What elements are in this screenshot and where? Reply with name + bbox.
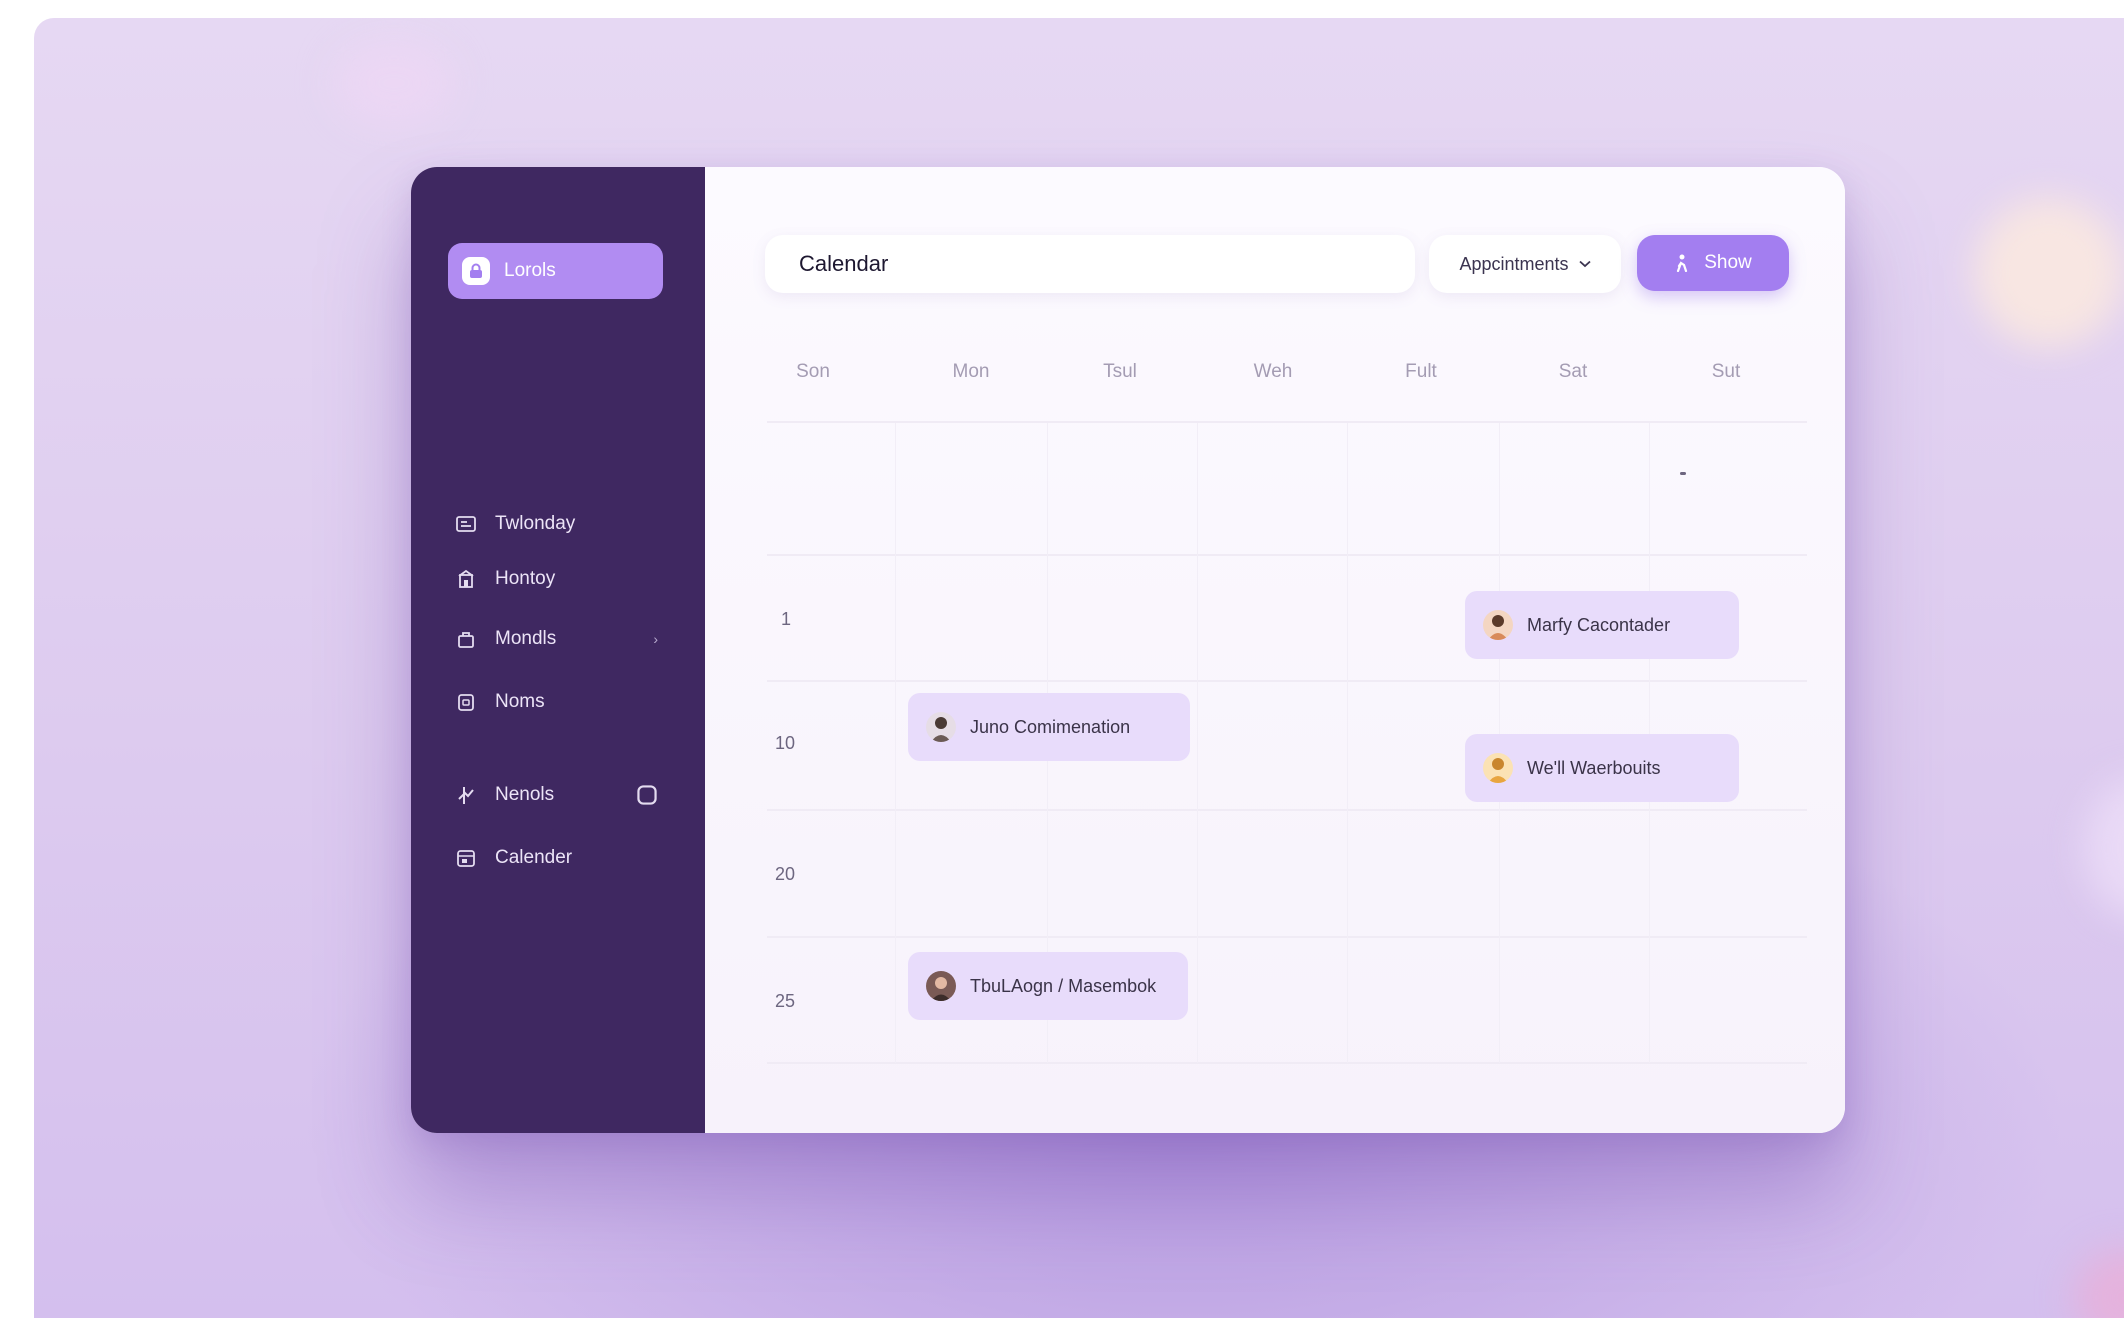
bokeh-light [1974,198,2124,348]
row-label: 20 [775,864,796,884]
clipboard-icon [458,694,474,711]
app-window: Lorols Twlonday Hontoy Mondls › Noms Nen… [411,167,1845,1133]
grid-line [1347,423,1348,1063]
sidebar-brand-label: Lorols [504,260,556,281]
bokeh-light [2074,1248,2124,1318]
show-button[interactable]: Show [1637,235,1789,291]
square-icon [636,784,658,806]
sidebar: Lorols Twlonday Hontoy Mondls › Noms Nen… [411,167,705,1133]
main-panel: Calendar Appcintments Show Son Mon Tsul … [705,167,1845,1133]
row-label: 10 [775,733,796,753]
chevron-down-icon [1578,260,1591,268]
sidebar-item-label: Mondls [495,628,557,649]
sidebar-item-label: Noms [495,691,545,712]
sidebar-item-label: Hontoy [495,568,556,589]
sidebar-item-mondls[interactable]: Mondls › [455,622,670,656]
bokeh-light [334,38,454,128]
search-input[interactable]: Calendar [765,235,1415,293]
sidebar-item-calender[interactable]: Calender [455,841,670,875]
sidebar-item-label: Calender [495,847,573,868]
bag-icon [458,632,474,648]
event-card[interactable]: TbuLAogn / Masembok [908,952,1188,1020]
event-card[interactable]: Marfy Cacontader [1465,591,1739,659]
event-title: Marfy Cacontader [1527,614,1671,635]
day-header: Sut [1711,361,1741,382]
building-icon [458,569,474,588]
event-card[interactable]: We'll Waerbouits [1465,734,1739,802]
row-label: 25 [775,991,796,1011]
search-input-value: Calendar [799,251,889,276]
event-title: TbuLAogn / Masembok [970,975,1157,996]
sidebar-item-nenols[interactable]: Nenols [455,778,670,812]
person-icon [926,712,956,742]
cell-marker [1680,472,1686,475]
grid-line [767,554,1807,556]
grid-line [767,680,1807,682]
day-header: Fult [1405,361,1437,382]
show-button-label: Show [1704,252,1752,273]
grid-line [767,936,1807,938]
person-icon [1483,753,1513,783]
person-icon [1483,610,1513,640]
sidebar-item-hontoy[interactable]: Hontoy [455,562,670,596]
bokeh-light [2084,778,2124,918]
grid-line [895,423,896,1063]
calendar-icon [457,850,475,867]
sidebar-item-label: Nenols [495,784,555,805]
sidebar-item-twlonday[interactable]: Twlonday [455,507,670,541]
chevron-right-icon: › [653,631,658,647]
event-title: Juno Comimenation [970,716,1131,737]
grid-line [767,1062,1807,1064]
newspaper-icon [456,516,476,532]
sidebar-item-noms[interactable]: Noms [455,685,670,719]
day-header: Weh [1253,361,1293,382]
day-header: Sat [1558,361,1588,382]
day-header: Mon [952,361,990,382]
event-title: We'll Waerbouits [1527,757,1661,778]
day-header: Tsul [1103,361,1137,382]
grid-line [767,421,1807,423]
dropdown-label: Appcintments [1459,253,1569,274]
sidebar-brand-button[interactable]: Lorols [448,243,663,299]
swap-icon [458,787,474,804]
sidebar-item-label: Twlonday [495,513,576,534]
person-icon [926,971,956,1001]
lock-icon [462,257,490,285]
grid-line [767,809,1807,811]
appointments-dropdown[interactable]: Appcintments [1429,235,1621,293]
grid-line [1197,423,1198,1063]
person-walk-icon [1677,254,1688,272]
day-header: Son [796,361,830,382]
event-card[interactable]: Juno Comimenation [908,693,1190,761]
row-label: 1 [781,609,792,629]
